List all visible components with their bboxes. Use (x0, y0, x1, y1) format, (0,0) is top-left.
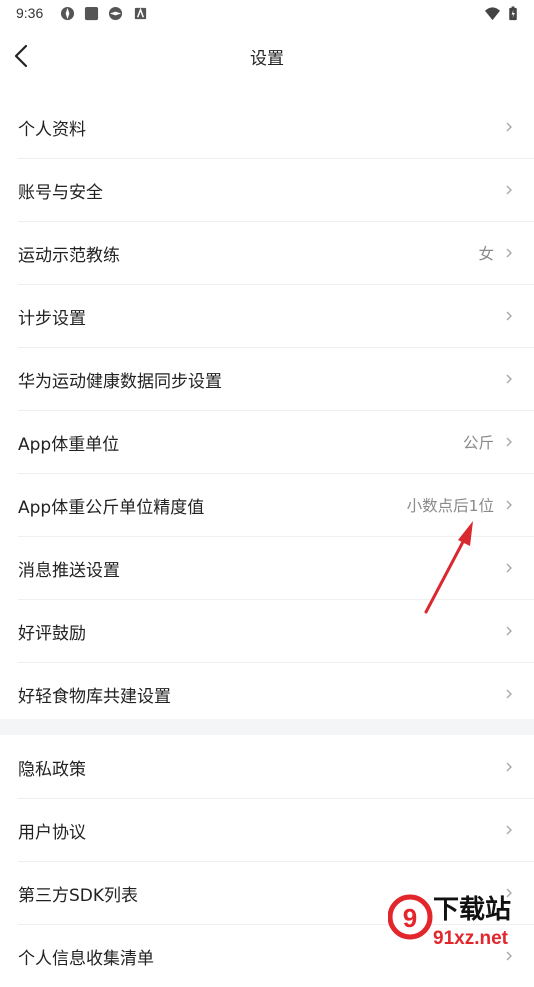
chevron-right-icon (506, 951, 512, 961)
settings-row-value: 女 (478, 245, 494, 263)
settings-row[interactable]: 个人资料 (18, 96, 534, 159)
status-time: 9:36 (16, 5, 44, 21)
settings-group-account: 个人资料账号与安全运动示范教练 女计步设置华为运动健康数据同步设置 App体重单位 公… (0, 96, 534, 725)
chevron-right-icon (506, 626, 512, 636)
settings-row-label: App体重公斤单位精度值 (18, 498, 205, 518)
chevron-right-icon (506, 122, 512, 132)
chevron-right-icon (506, 500, 512, 510)
app-icon-1 (60, 6, 75, 21)
settings-row-label: 隐私政策 (18, 760, 86, 780)
settings-row-label: App体重单位 (18, 435, 120, 455)
chevron-right-icon (506, 563, 512, 573)
settings-row[interactable]: 消息推送设置 (18, 537, 534, 600)
settings-row-value: 公斤 (462, 434, 494, 452)
settings-row[interactable]: App体重单位 公斤 (18, 411, 534, 474)
wifi-icon (485, 7, 500, 21)
settings-row[interactable]: 用户协议 (18, 799, 534, 862)
settings-row[interactable]: 好评鼓励 (18, 600, 534, 663)
chevron-right-icon (506, 762, 512, 772)
settings-row-label: 第三方SDK列表 (18, 886, 139, 906)
settings-row[interactable]: 运动示范教练 女 (18, 222, 534, 285)
nav-bar: 设置 (0, 28, 534, 84)
settings-row-label: 华为运动健康数据同步设置 (18, 372, 222, 392)
app-icon-3 (108, 6, 123, 21)
settings-row-label: 好轻食物库共建设置 (18, 687, 171, 707)
settings-row[interactable]: 华为运动健康数据同步设置 (18, 348, 534, 411)
settings-row-value: 小数点后1位 (406, 497, 494, 515)
settings-row-label: 用户协议 (18, 823, 86, 843)
settings-row[interactable]: 账号与安全 (18, 159, 534, 222)
chevron-right-icon (506, 311, 512, 321)
chevron-right-icon (506, 374, 512, 384)
app-icon-2 (84, 6, 99, 21)
settings-row-label: 好评鼓励 (18, 624, 86, 644)
app-icon-4 (134, 7, 147, 20)
settings-row-label: 个人信息收集清单 (18, 949, 154, 969)
section-divider (0, 719, 534, 735)
settings-row[interactable]: 隐私政策 (18, 736, 534, 799)
svg-text:9: 9 (403, 903, 417, 933)
settings-row[interactable]: 好轻食物库共建设置 (18, 663, 534, 725)
watermark-url: 91xz.net (433, 928, 509, 949)
settings-row-label: 运动示范教练 (18, 246, 120, 266)
chevron-right-icon (506, 185, 512, 195)
settings-row[interactable]: 计步设置 (18, 285, 534, 348)
chevron-right-icon (506, 825, 512, 835)
settings-row-label: 消息推送设置 (18, 561, 120, 581)
settings-row-label: 计步设置 (18, 309, 86, 329)
watermark-text: 下载站 (433, 895, 511, 925)
page-title: 设置 (250, 49, 284, 69)
settings-row-label: 个人资料 (18, 120, 86, 140)
chevron-right-icon (506, 248, 512, 258)
watermark-logo: 9 下载站 91xz.net (388, 894, 511, 949)
chevron-right-icon (506, 437, 512, 447)
settings-row-label: 账号与安全 (18, 183, 103, 203)
chevron-right-icon (506, 689, 512, 699)
battery-icon (509, 6, 517, 21)
settings-row[interactable]: App体重公斤单位精度值 小数点后1位 (18, 474, 534, 537)
status-bar: 9:36 (0, 0, 534, 28)
